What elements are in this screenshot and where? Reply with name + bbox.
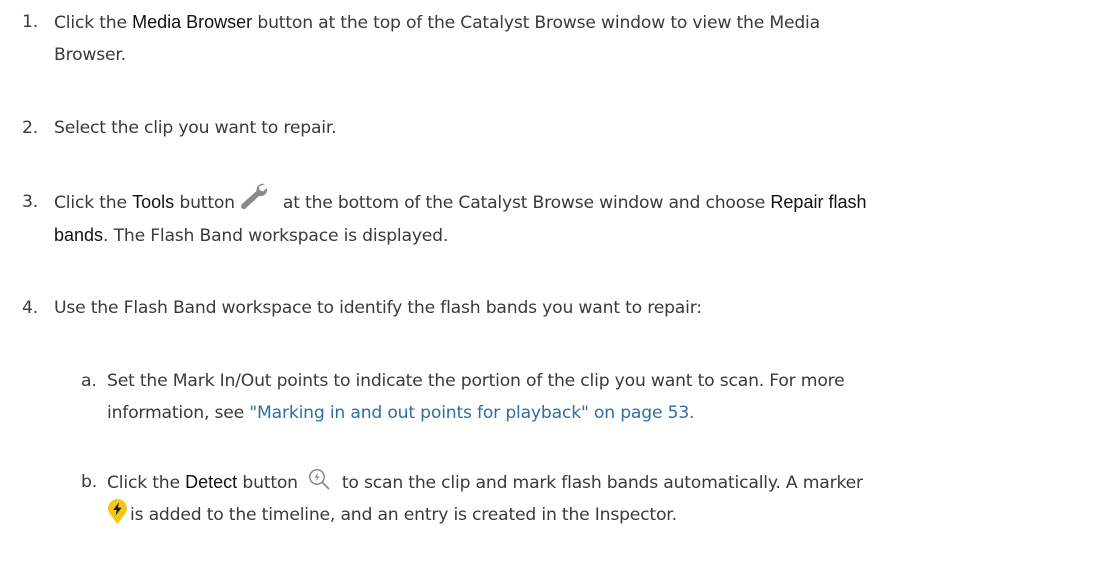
flash-marker-icon [107, 499, 128, 525]
step-text-segment: is added to the timeline, and an entry i… [130, 505, 677, 525]
step-text-segment: Click the [107, 473, 186, 493]
substep-letter: a. [81, 371, 97, 391]
step-number: 2. [22, 118, 38, 138]
step-text-segment: information, see [107, 403, 250, 423]
substep-letter: b. [81, 472, 97, 492]
step-text-segment: Browser. [54, 45, 126, 65]
step-text-segment: Click the [54, 193, 133, 213]
marking-points-link[interactable]: "Marking in and out points for playback"… [249, 403, 694, 423]
step-text-segment: to scan the clip and mark flash bands au… [341, 473, 863, 493]
detect-label: Detect [185, 472, 238, 492]
step-text-segment: button [237, 473, 298, 493]
step-number: 1. [22, 12, 38, 32]
media-browser-label: Media Browser [132, 12, 253, 32]
step-text: Click the Tools button at the bottom of t… [54, 183, 1094, 252]
step-text-segment: button [174, 193, 235, 213]
step-text-segment: button at the top of the Catalyst Browse… [252, 13, 820, 33]
detect-icon [308, 468, 330, 490]
repair-flash-bands-label: bands [54, 225, 104, 245]
step-text-segment: Set the Mark In/Out points to indicate t… [107, 371, 845, 391]
step-text-segment: at the bottom of the Catalyst Browse win… [282, 193, 771, 213]
step-text-segment: Click the [54, 13, 133, 33]
step-text: Click the Media Browser button at the to… [54, 6, 1094, 71]
step-number: 4. [22, 298, 38, 318]
step-text-segment: . The Flash Band workspace is displayed. [103, 226, 449, 246]
wrench-icon [239, 182, 273, 212]
step-text: Use the Flash Band workspace to identify… [54, 298, 702, 318]
repair-flash-bands-label: Repair flash [770, 192, 867, 212]
document-page: 1. Click the Media Browser button at the… [0, 0, 1120, 563]
substep-text: Set the Mark In/Out points to indicate t… [107, 365, 1087, 429]
step-number: 3. [22, 192, 38, 212]
tools-label: Tools [132, 192, 175, 212]
step-text: Select the clip you want to repair. [54, 118, 337, 138]
substep-text: Click the Detect button to scan the clip … [107, 466, 1087, 531]
